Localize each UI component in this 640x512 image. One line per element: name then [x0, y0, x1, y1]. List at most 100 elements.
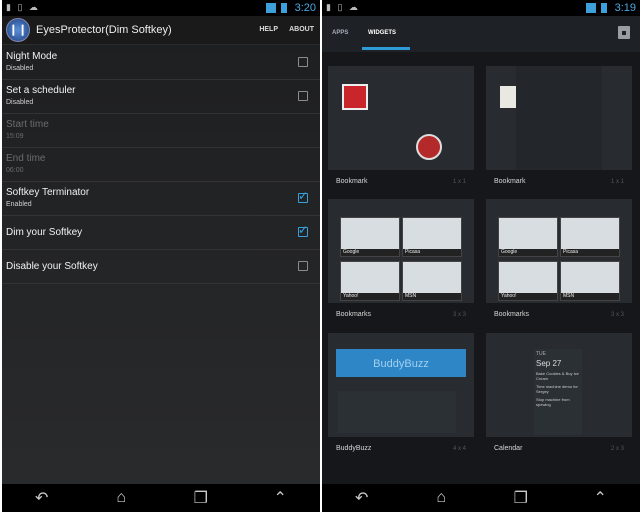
- widget-card[interactable]: Bookmark 1 x 1: [328, 66, 474, 197]
- pref-summary: Disabled: [6, 65, 34, 72]
- recent-apps-icon[interactable]: ❐: [183, 488, 219, 508]
- status-bar: ▮ ▯ ☁ 3:20: [2, 0, 320, 16]
- widget-card[interactable]: TUE Sep 27 Bake Cookies & Buy Ice Cream …: [486, 333, 632, 464]
- buddybuzz-header: BuddyBuzz: [336, 349, 466, 377]
- calendar-preview: TUE Sep 27 Bake Cookies & Buy Ice Cream …: [534, 349, 582, 435]
- calendar-event: Stop machine from spewing: [536, 397, 570, 407]
- battery-icon: [281, 3, 287, 13]
- widget-card[interactable]: Google Picasa Yahoo! MSN Bookmarks 3 x 3: [328, 199, 474, 330]
- thumb-label: Picasa: [403, 249, 461, 256]
- widget-preview: Google Picasa Yahoo! MSN: [486, 199, 632, 303]
- thumb-label: MSN: [403, 293, 461, 300]
- bookmark-thumb: Picasa: [402, 217, 462, 257]
- back-icon[interactable]: ↶: [24, 488, 60, 508]
- home-icon[interactable]: ⌂: [423, 489, 459, 507]
- pref-summary: Enabled: [6, 201, 32, 208]
- help-button[interactable]: HELP: [259, 26, 278, 33]
- thumb-label: Yahoo!: [341, 293, 399, 300]
- pref-checkbox[interactable]: [298, 223, 308, 237]
- calendar-day: TUE: [536, 351, 546, 357]
- clock: 3:19: [614, 2, 636, 14]
- tab-bar: APPS WIDGETS: [322, 16, 640, 52]
- home-icon[interactable]: ⌂: [103, 489, 139, 507]
- widget-label: Bookmarks: [336, 311, 372, 318]
- widget-preview: [486, 66, 632, 170]
- bookmark-thumb: Yahoo!: [340, 261, 400, 301]
- pref-checkbox[interactable]: [298, 91, 308, 101]
- widget-size: 4 x 4: [452, 446, 466, 452]
- pref-title: Dim your Softkey: [6, 227, 83, 238]
- notification-icons: ▮ ▯ ☁: [6, 2, 40, 12]
- bookmark-thumb: Yahoo!: [498, 261, 558, 301]
- tab-indicator: [362, 47, 410, 50]
- widget-size: 2 x 3: [610, 446, 624, 452]
- signal-icon: [266, 3, 276, 13]
- menu-icon[interactable]: ⌃: [582, 488, 618, 508]
- widget-card[interactable]: Bookmark 1 x 1: [486, 66, 632, 197]
- app-icon[interactable]: ❙❙: [6, 18, 30, 42]
- pref-title: Set a scheduler: [6, 85, 76, 96]
- thumb-label: Picasa: [561, 249, 619, 256]
- pref-row[interactable]: Night Mode Disabled: [2, 45, 320, 80]
- pref-row[interactable]: End time 06:00: [2, 147, 320, 182]
- back-icon[interactable]: ↶: [344, 488, 380, 508]
- pref-row[interactable]: Dim your Softkey: [2, 215, 320, 250]
- calendar-event: Bake Cookies & Buy Ice Cream: [536, 371, 579, 381]
- navigation-bar: ↶ ⌂ ❐ ⌃: [2, 484, 320, 512]
- pref-row[interactable]: Disable your Softkey: [2, 249, 320, 284]
- widget-preview: Google Picasa Yahoo! MSN: [328, 199, 474, 303]
- pref-summary: 15:09: [6, 133, 24, 140]
- pref-summary: Disabled: [6, 99, 34, 106]
- battery-icon: [601, 3, 607, 13]
- recent-apps-icon[interactable]: ❐: [503, 488, 539, 508]
- bookmark-thumb: Google: [498, 217, 558, 257]
- store-icon[interactable]: [618, 26, 630, 39]
- bookmark-thumb: MSN: [402, 261, 462, 301]
- preview-backdrop: [516, 66, 602, 170]
- menu-icon[interactable]: ⌃: [262, 488, 298, 508]
- pref-title: Start time: [6, 119, 49, 130]
- widget-size: 3 x 3: [610, 312, 624, 318]
- widget-label: BuddyBuzz: [336, 445, 372, 452]
- widget-label: Bookmark: [336, 178, 368, 185]
- pref-checkbox[interactable]: [298, 261, 308, 271]
- clock: 3:20: [294, 2, 316, 14]
- pref-title: Disable your Softkey: [6, 261, 98, 272]
- pref-title: End time: [6, 153, 46, 164]
- calendar-date: Sep 27: [536, 359, 562, 368]
- bookmark-thumb: Picasa: [560, 217, 620, 257]
- widget-label: Bookmarks: [494, 311, 530, 318]
- thumb-label: Google: [341, 249, 399, 256]
- tab-apps[interactable]: APPS: [332, 30, 348, 36]
- bookmark-icon: [342, 84, 368, 110]
- about-button[interactable]: ABOUT: [289, 26, 314, 33]
- pref-title: Night Mode: [6, 51, 58, 62]
- widget-preview: BuddyBuzz: [328, 333, 474, 437]
- app-title: EyesProtector(Dim Softkey): [36, 24, 172, 36]
- thumb-label: Google: [499, 249, 557, 256]
- pref-row[interactable]: Softkey Terminator Enabled: [2, 181, 320, 216]
- pref-title: Softkey Terminator: [6, 187, 90, 198]
- widgets-screen: ▮ ▯ ☁ 3:19 APPS WIDGETS Bookmark 1 x 1 B…: [322, 0, 640, 512]
- widget-size: 1 x 1: [452, 179, 466, 185]
- notification-icons: ▮ ▯ ☁: [326, 2, 360, 12]
- widget-card[interactable]: Google Picasa Yahoo! MSN Bookmarks 3 x 3: [486, 199, 632, 330]
- tab-widgets[interactable]: WIDGETS: [368, 30, 396, 36]
- widget-label: Calendar: [494, 445, 523, 452]
- widget-preview: [328, 66, 474, 170]
- bookmark-thumb: MSN: [560, 261, 620, 301]
- status-bar: ▮ ▯ ☁ 3:19: [322, 0, 640, 16]
- bookmark-thumb: Google: [340, 217, 400, 257]
- pref-checkbox[interactable]: [298, 57, 308, 67]
- widget-preview: TUE Sep 27 Bake Cookies & Buy Ice Cream …: [486, 333, 632, 437]
- buddybuzz-feed: [338, 391, 456, 433]
- pref-summary: 06:00: [6, 167, 24, 174]
- pref-checkbox[interactable]: [298, 189, 308, 203]
- pref-row[interactable]: Start time 15:09: [2, 113, 320, 148]
- no-entry-icon: [416, 134, 442, 160]
- thumb-label: MSN: [561, 293, 619, 300]
- calendar-event: Time machine demo for Sergey: [536, 384, 578, 394]
- widget-size: 3 x 3: [452, 312, 466, 318]
- pref-row[interactable]: Set a scheduler Disabled: [2, 79, 320, 114]
- widget-card[interactable]: BuddyBuzz BuddyBuzz 4 x 4: [328, 333, 474, 464]
